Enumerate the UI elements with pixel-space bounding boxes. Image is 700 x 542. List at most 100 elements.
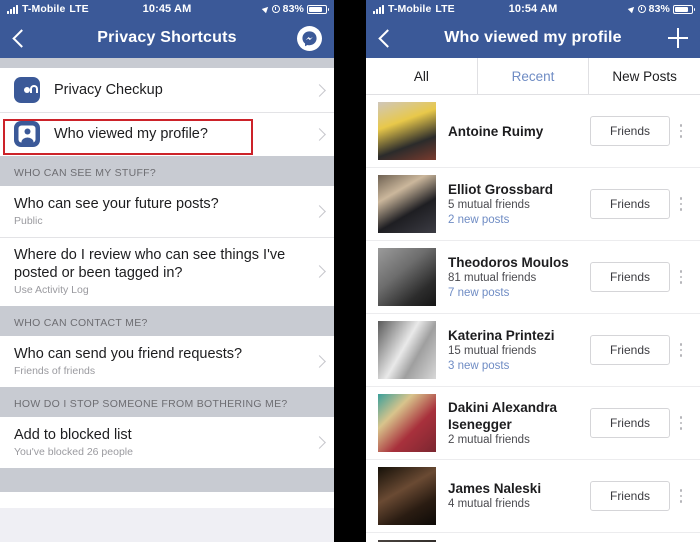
avatar bbox=[378, 102, 436, 160]
battery-percent: 83% bbox=[648, 3, 670, 15]
list-bottom-filler bbox=[0, 492, 334, 508]
person-name: Theodoros Moulos bbox=[448, 254, 569, 270]
avatar bbox=[378, 467, 436, 525]
chevron-right-icon bbox=[313, 205, 326, 218]
list-item-text: Who viewed my profile? bbox=[54, 116, 307, 152]
messenger-icon[interactable] bbox=[297, 25, 322, 51]
list-item-text: Privacy Checkup bbox=[54, 72, 307, 108]
section-spacer bbox=[0, 58, 334, 68]
three-dots-vertical-icon[interactable] bbox=[672, 489, 690, 503]
section-header-who-can-see-my-stuff: WHO CAN SEE MY STUFF? bbox=[0, 156, 334, 186]
friends-button[interactable]: Friends bbox=[589, 408, 670, 438]
list-item-title: Privacy Checkup bbox=[54, 82, 163, 98]
mutual-friends: 15 mutual friends bbox=[448, 344, 537, 357]
person-name: Elliot Grossbard bbox=[448, 181, 554, 197]
list-item-future-posts[interactable]: Who can see your future posts? Public bbox=[0, 186, 334, 237]
page-title: Privacy Shortcuts bbox=[97, 29, 237, 46]
list-item-blocked-list[interactable]: Add to blocked list You've blocked 26 pe… bbox=[0, 417, 334, 468]
battery-icon bbox=[673, 4, 695, 14]
friends-button[interactable]: Friends bbox=[589, 481, 670, 511]
network-label: LTE bbox=[435, 3, 455, 15]
avatar bbox=[378, 321, 436, 379]
person-info: Dakini Alexandra Isenegger 2 mutual frie… bbox=[448, 399, 590, 448]
list-item-privacy-checkup[interactable]: Privacy Checkup bbox=[0, 68, 334, 112]
status-left-group: T-Mobile LTE bbox=[373, 3, 455, 15]
left-phone-screen: T-Mobile LTE 10:45 AM 83% Privacy Shortc… bbox=[0, 0, 334, 542]
list-item-title: Who viewed my profile? bbox=[54, 126, 208, 142]
viewer-list[interactable]: Antoine Ruimy Friends Elliot Grossbard 5… bbox=[366, 95, 700, 542]
friends-button[interactable]: Friends bbox=[589, 262, 670, 292]
chevron-right-icon bbox=[313, 127, 326, 141]
friends-button[interactable]: Friends bbox=[589, 335, 670, 365]
right-status-bar: T-Mobile LTE 10:54 AM 83% bbox=[366, 0, 700, 18]
alarm-clock-icon bbox=[637, 5, 646, 13]
mutual-friends: 2 mutual friends bbox=[448, 433, 530, 446]
person-name: Katerina Printezi bbox=[448, 327, 555, 343]
section-spacer-bottom bbox=[0, 468, 334, 492]
tab-all[interactable]: All bbox=[366, 58, 477, 94]
list-item[interactable]: Dakini Alexandra Isenegger 2 mutual frie… bbox=[366, 387, 700, 460]
list-item[interactable]: James Naleski 4 mutual friends Friends bbox=[366, 460, 700, 533]
person-info: Elliot Grossbard 5 mutual friends 2 new … bbox=[448, 181, 590, 228]
list-item-title: Who can see your future posts? bbox=[14, 196, 219, 212]
list-item[interactable]: Efi bbox=[366, 533, 700, 542]
three-dots-vertical-icon[interactable] bbox=[672, 270, 690, 284]
avatar bbox=[378, 394, 436, 452]
avatar bbox=[378, 248, 436, 306]
carrier-label: T-Mobile bbox=[22, 3, 66, 15]
status-right-group: 83% bbox=[627, 3, 695, 15]
three-dots-vertical-icon[interactable] bbox=[672, 416, 690, 430]
list-item[interactable]: Theodoros Moulos 81 mutual friends 7 new… bbox=[366, 241, 700, 314]
back-chevron-icon[interactable] bbox=[12, 28, 31, 48]
list-item-subtitle: You've blocked 26 people bbox=[14, 446, 133, 458]
friends-button[interactable]: Friends bbox=[589, 189, 670, 219]
three-dots-vertical-icon[interactable] bbox=[672, 343, 690, 357]
lock-icon bbox=[14, 77, 40, 103]
list-item-text: Add to blocked list You've blocked 26 pe… bbox=[14, 417, 307, 468]
person-info: Antoine Ruimy bbox=[448, 123, 590, 140]
list-item-title: Where do I review who can see things I'v… bbox=[14, 247, 286, 281]
person-info: Katerina Printezi 15 mutual friends 3 ne… bbox=[448, 327, 590, 374]
three-dots-vertical-icon[interactable] bbox=[672, 197, 690, 211]
page-title: Who viewed my profile bbox=[444, 29, 622, 46]
right-navbar: Who viewed my profile bbox=[366, 18, 700, 58]
person-icon bbox=[14, 121, 40, 147]
list-item[interactable]: Antoine Ruimy Friends bbox=[366, 95, 700, 168]
network-label: LTE bbox=[69, 3, 89, 15]
list-item[interactable]: Elliot Grossbard 5 mutual friends 2 new … bbox=[366, 168, 700, 241]
list-item-friend-requests[interactable]: Who can send you friend requests? Friend… bbox=[0, 336, 334, 387]
tab-bar: All Recent New Posts bbox=[366, 58, 700, 95]
status-left-group: T-Mobile LTE bbox=[7, 3, 89, 15]
list-item-who-viewed-my-profile[interactable]: Who viewed my profile? bbox=[0, 112, 334, 156]
three-dots-vertical-icon[interactable] bbox=[672, 124, 690, 138]
location-arrow-icon bbox=[261, 4, 270, 14]
section-header-who-can-contact-me: WHO CAN CONTACT ME? bbox=[0, 306, 334, 336]
chevron-right-icon bbox=[313, 83, 326, 97]
list-item-subtitle: Public bbox=[14, 215, 43, 227]
tab-new-posts[interactable]: New Posts bbox=[588, 58, 700, 94]
friends-button[interactable]: Friends bbox=[589, 116, 670, 146]
mutual-friends: 4 mutual friends bbox=[448, 498, 530, 510]
list-item-review-tagged[interactable]: Where do I review who can see things I'v… bbox=[0, 237, 334, 306]
person-name: Dakini Alexandra Isenegger bbox=[448, 399, 558, 432]
list-item-subtitle: Use Activity Log bbox=[14, 284, 89, 296]
list-item-text: Who can see your future posts? Public bbox=[14, 186, 307, 237]
signal-bars-icon bbox=[7, 4, 18, 14]
list-item-subtitle: Friends of friends bbox=[14, 365, 96, 377]
left-settings-list[interactable]: Privacy Checkup Who viewed my profile? W… bbox=[0, 58, 334, 542]
tab-recent[interactable]: Recent bbox=[476, 58, 589, 94]
list-item[interactable]: Katerina Printezi 15 mutual friends 3 ne… bbox=[366, 314, 700, 387]
person-info: Theodoros Moulos 81 mutual friends 7 new… bbox=[448, 254, 590, 301]
plus-icon[interactable] bbox=[668, 28, 688, 48]
avatar bbox=[378, 175, 436, 233]
signal-bars-icon bbox=[373, 4, 384, 14]
section-header-stop-bothering: HOW DO I STOP SOMEONE FROM BOTHERING ME? bbox=[0, 387, 334, 417]
new-posts: 2 new posts bbox=[448, 213, 510, 226]
right-phone-screen: T-Mobile LTE 10:54 AM 83% Who viewed my … bbox=[366, 0, 700, 542]
back-chevron-icon[interactable] bbox=[378, 28, 397, 48]
alarm-clock-icon bbox=[271, 5, 280, 13]
person-name: Antoine Ruimy bbox=[448, 123, 544, 139]
list-item-text: Who can send you friend requests? Friend… bbox=[14, 336, 307, 387]
chevron-right-icon bbox=[313, 436, 326, 449]
location-arrow-icon bbox=[627, 4, 636, 14]
